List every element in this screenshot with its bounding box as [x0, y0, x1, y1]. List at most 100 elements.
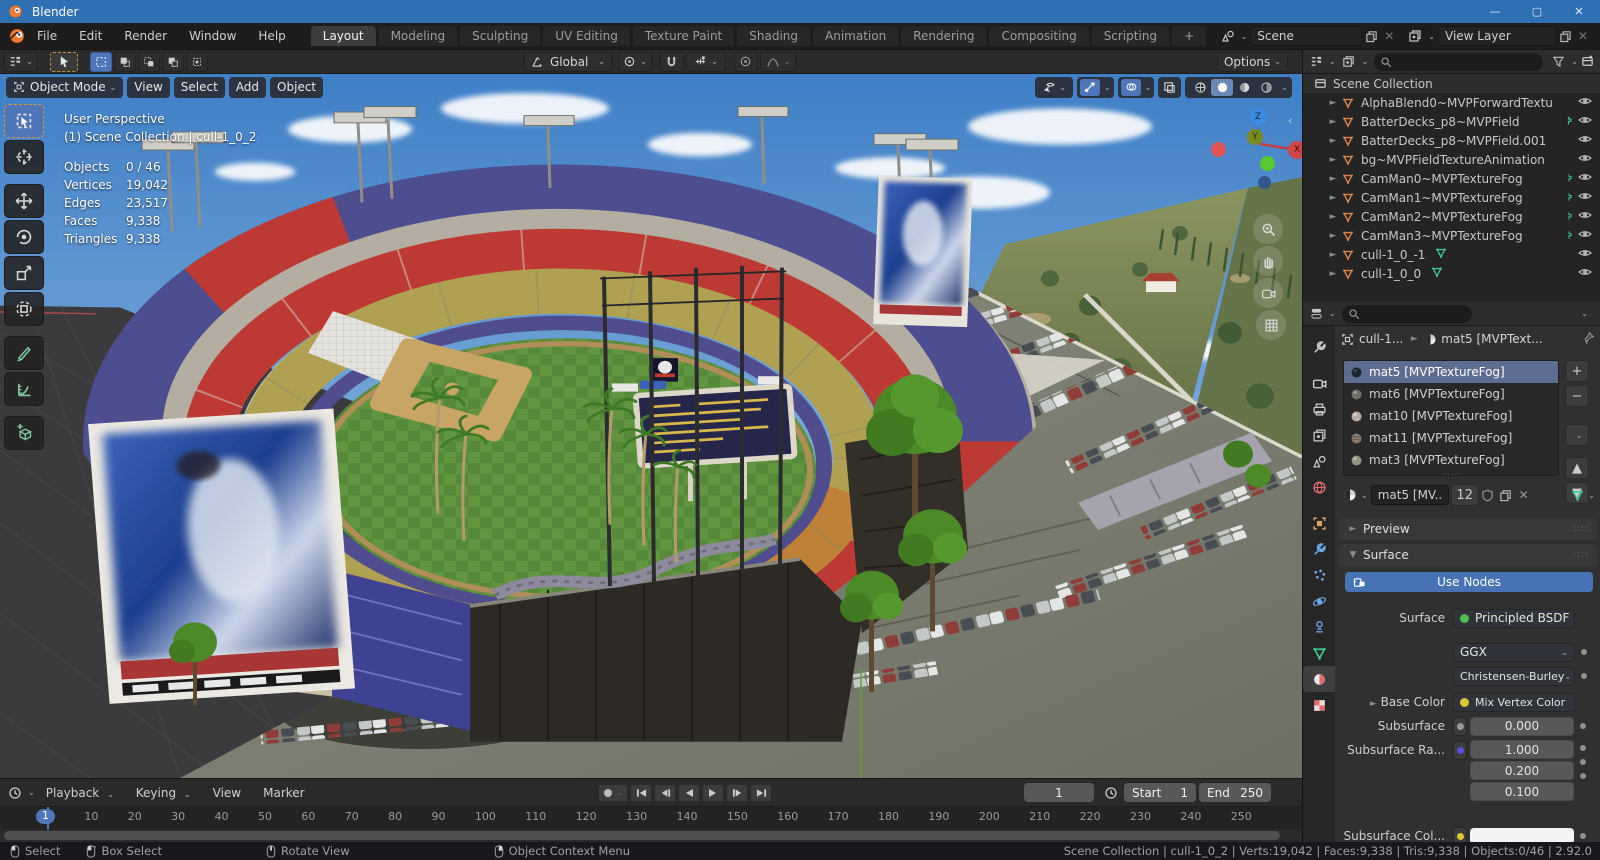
xray-toggle[interactable]: [1158, 76, 1182, 98]
hide-icon[interactable]: [1578, 189, 1592, 206]
decorator-dot[interactable]: [1580, 759, 1586, 765]
material-name-field[interactable]: mat5 [MV...: [1370, 485, 1449, 505]
viewlayer-new-icon[interactable]: [1556, 27, 1574, 45]
select-mode-new-button[interactable]: [90, 51, 112, 72]
tab-layout[interactable]: Layout: [310, 26, 376, 46]
hide-icon[interactable]: [1578, 170, 1592, 187]
hide-icon[interactable]: [1578, 265, 1592, 282]
tab-texture[interactable]: [1303, 692, 1335, 718]
hide-icon[interactable]: [1578, 246, 1592, 263]
minimize-button[interactable]: —: [1474, 0, 1516, 23]
viewlayer-browse-chevron[interactable]: ⌄: [1428, 32, 1435, 41]
snap-toggle-button[interactable]: [659, 51, 684, 72]
tab-modifiers[interactable]: [1303, 536, 1335, 562]
pivot-point-dropdown[interactable]: ⌄: [617, 51, 652, 72]
auto-keying-toggle[interactable]: ⌄: [598, 783, 628, 802]
viewport-menu-view[interactable]: View: [127, 76, 170, 98]
select-box-tool[interactable]: [4, 104, 44, 138]
maximize-button[interactable]: ▢: [1516, 0, 1558, 23]
properties-search-input[interactable]: [1341, 304, 1472, 323]
viewlayer-remove-icon[interactable]: ✕: [1574, 27, 1592, 45]
outliner-row[interactable]: ► CamMan1~MVPTextureFog: [1303, 188, 1600, 207]
overlays-toggle[interactable]: ⌄: [1117, 76, 1155, 98]
viewlayer-name-field[interactable]: View Layer: [1438, 26, 1556, 46]
navigation-gizmo[interactable]: Z Y X: [1200, 104, 1302, 204]
decorator-dot[interactable]: [1580, 833, 1586, 839]
tab-particles[interactable]: [1303, 562, 1335, 588]
decorator-dot[interactable]: [1581, 673, 1587, 679]
tab-tool[interactable]: [1303, 334, 1335, 360]
unlink-material-icon[interactable]: ✕: [1515, 486, 1533, 504]
outliner-row[interactable]: ► cull-1_0_-1: [1303, 245, 1600, 264]
options-dropdown[interactable]: Options ⌄: [1216, 51, 1288, 72]
scene-unlink-icon[interactable]: ✕: [1380, 27, 1398, 45]
decorator-dot[interactable]: [1580, 745, 1586, 751]
subsurface-input-socket[interactable]: [1453, 716, 1467, 736]
tab-material[interactable]: [1303, 666, 1335, 692]
select-mode-subtract-button[interactable]: [138, 51, 160, 72]
transform-tool[interactable]: [4, 292, 44, 326]
material-slot[interactable]: mat3 [MVPTextureFog]: [1344, 449, 1558, 471]
tab-animation[interactable]: Animation: [813, 26, 899, 46]
menu-playback[interactable]: Playback ⌄: [35, 786, 125, 800]
shading-rendered-button[interactable]: [1255, 79, 1277, 96]
gizmo-x-axis[interactable]: X: [1288, 141, 1302, 159]
tab-output[interactable]: [1303, 396, 1335, 422]
jump-to-start-button[interactable]: [630, 783, 652, 802]
timeline-scrollbar[interactable]: [0, 829, 1302, 842]
breadcrumb-object[interactable]: cull-1...: [1359, 332, 1403, 346]
viewport-menu-add[interactable]: Add: [228, 76, 267, 98]
hide-icon[interactable]: [1578, 151, 1592, 168]
jump-to-end-button[interactable]: [750, 783, 772, 802]
copy-material-icon[interactable]: [1497, 486, 1515, 504]
tab-uv-editing[interactable]: UV Editing: [543, 26, 630, 46]
breadcrumb-material[interactable]: mat5 [MVPText...: [1441, 332, 1542, 346]
properties-editor-chevron[interactable]: ⌄: [1329, 309, 1336, 318]
proportional-edit-toggle[interactable]: [733, 51, 758, 72]
menu-marker[interactable]: Marker: [252, 786, 315, 800]
gizmo-y-neg[interactable]: [1260, 156, 1275, 171]
tab-world[interactable]: [1303, 474, 1335, 500]
material-browse-icon[interactable]: [1343, 488, 1357, 502]
properties-options-chevron[interactable]: ⌄: [1581, 309, 1588, 318]
hide-icon[interactable]: [1578, 94, 1592, 111]
preview-panel-header[interactable]: ► Preview ::::: [1339, 518, 1597, 540]
next-keyframe-button[interactable]: [726, 783, 748, 802]
editor-type-button[interactable]: ⌄: [4, 51, 38, 72]
menu-edit[interactable]: Edit: [68, 29, 113, 43]
new-collection-icon[interactable]: [1578, 53, 1596, 71]
outliner-row[interactable]: ► cull-1_0_0: [1303, 264, 1600, 283]
current-frame-field[interactable]: 1: [1024, 783, 1094, 802]
scene-new-icon[interactable]: [1362, 27, 1380, 45]
play-reverse-button[interactable]: [678, 783, 700, 802]
shading-solid-button[interactable]: [1211, 78, 1234, 96]
decorator-dot[interactable]: [1580, 773, 1586, 779]
shading-wireframe-button[interactable]: [1189, 79, 1211, 96]
outliner-display-mode-dropdown[interactable]: [1307, 53, 1325, 71]
hide-icon[interactable]: [1578, 227, 1592, 244]
material-slot[interactable]: mat5 [MVPTextureFog]: [1344, 361, 1558, 383]
distribution-dropdown[interactable]: GGX ⌄: [1453, 642, 1575, 662]
outliner-row[interactable]: ► BatterDecks_p8~MVPField.001: [1303, 131, 1600, 150]
timeline-editor-icon[interactable]: [6, 784, 24, 802]
outliner-filter-icon[interactable]: [1549, 53, 1567, 71]
tab-scripting[interactable]: Scripting: [1091, 26, 1170, 46]
outliner-row[interactable]: ► CamMan3~MVPTextureFog: [1303, 226, 1600, 245]
object-visibility-dropdown[interactable]: ⌄: [1035, 76, 1073, 98]
move-slot-up-button[interactable]: ▲: [1565, 457, 1589, 479]
viewport-menu-object[interactable]: Object: [270, 76, 324, 98]
end-frame-field[interactable]: End 250: [1199, 783, 1271, 802]
outliner-row[interactable]: ► CamMan2~MVPTextureFog: [1303, 207, 1600, 226]
tab-scene[interactable]: [1303, 448, 1335, 474]
add-slot-button[interactable]: +: [1565, 360, 1589, 382]
scene-browse-chevron[interactable]: ⌄: [1241, 32, 1248, 41]
tab-shading[interactable]: Shading: [737, 26, 810, 46]
tab-constraints[interactable]: [1303, 614, 1335, 640]
radius-input-socket[interactable]: [1453, 741, 1467, 760]
scale-tool[interactable]: [4, 256, 44, 290]
rotate-tool[interactable]: [4, 220, 44, 254]
menu-help[interactable]: Help: [247, 29, 296, 43]
outliner-scene-icon[interactable]: [1340, 53, 1358, 71]
measure-tool[interactable]: [4, 372, 44, 406]
start-frame-field[interactable]: Start 1: [1124, 783, 1196, 802]
